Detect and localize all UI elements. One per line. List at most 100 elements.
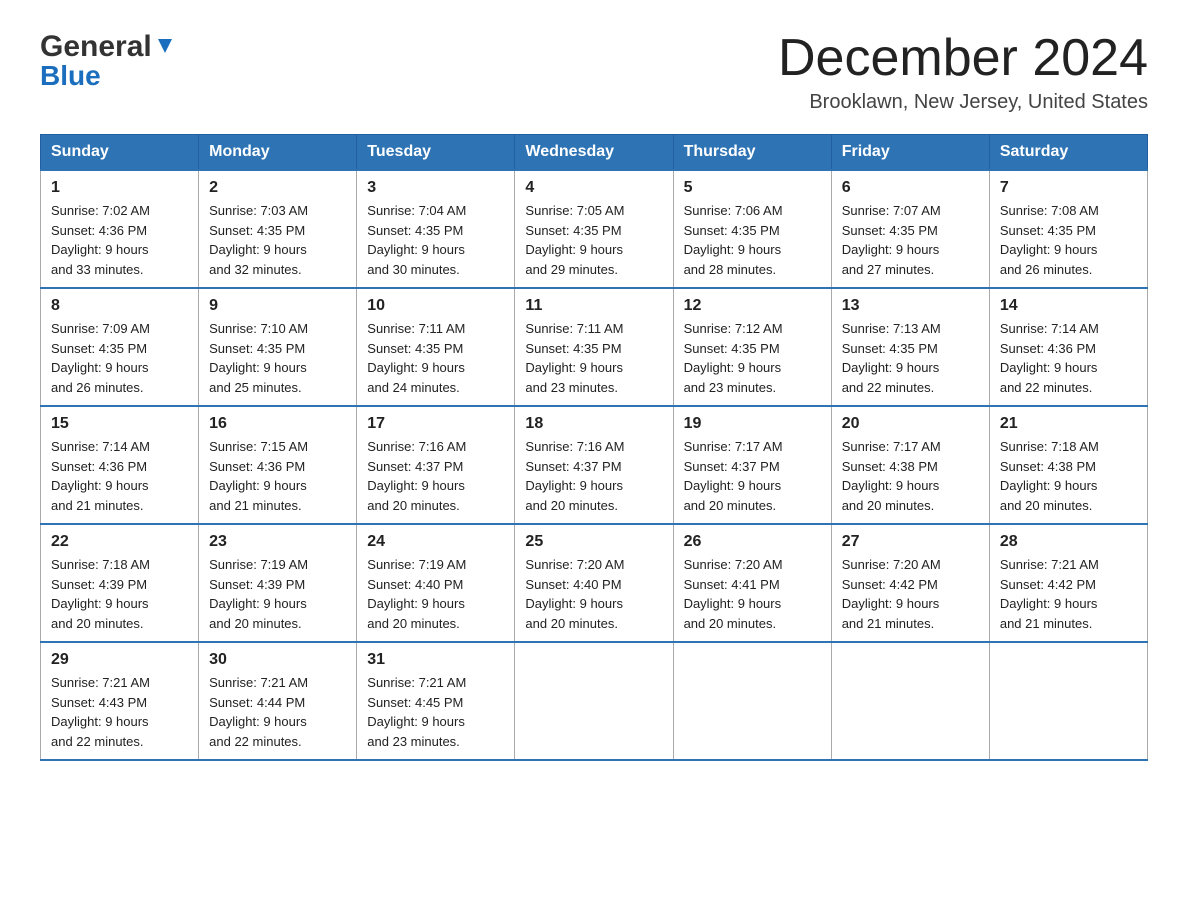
day-number: 14 — [1000, 297, 1137, 315]
header-tuesday: Tuesday — [357, 135, 515, 171]
day-info: Sunrise: 7:10 AMSunset: 4:35 PMDaylight:… — [209, 321, 308, 395]
table-row — [831, 642, 989, 760]
location-text: Brooklawn, New Jersey, United States — [778, 91, 1148, 114]
header-wednesday: Wednesday — [515, 135, 673, 171]
table-row: 4 Sunrise: 7:05 AMSunset: 4:35 PMDayligh… — [515, 170, 673, 288]
day-info: Sunrise: 7:19 AMSunset: 4:40 PMDaylight:… — [367, 557, 466, 631]
table-row: 5 Sunrise: 7:06 AMSunset: 4:35 PMDayligh… — [673, 170, 831, 288]
table-row: 6 Sunrise: 7:07 AMSunset: 4:35 PMDayligh… — [831, 170, 989, 288]
logo-arrow-icon — [154, 35, 176, 57]
title-block: December 2024 Brooklawn, New Jersey, Uni… — [778, 30, 1148, 114]
day-info: Sunrise: 7:03 AMSunset: 4:35 PMDaylight:… — [209, 203, 308, 277]
table-row: 1 Sunrise: 7:02 AMSunset: 4:36 PMDayligh… — [41, 170, 199, 288]
table-row — [673, 642, 831, 760]
day-number: 11 — [525, 297, 662, 315]
day-number: 28 — [1000, 533, 1137, 551]
day-number: 25 — [525, 533, 662, 551]
day-info: Sunrise: 7:11 AMSunset: 4:35 PMDaylight:… — [525, 321, 623, 395]
calendar-week-row: 8 Sunrise: 7:09 AMSunset: 4:35 PMDayligh… — [41, 288, 1148, 406]
day-info: Sunrise: 7:21 AMSunset: 4:45 PMDaylight:… — [367, 675, 466, 749]
table-row: 29 Sunrise: 7:21 AMSunset: 4:43 PMDaylig… — [41, 642, 199, 760]
day-info: Sunrise: 7:08 AMSunset: 4:35 PMDaylight:… — [1000, 203, 1099, 277]
table-row: 30 Sunrise: 7:21 AMSunset: 4:44 PMDaylig… — [199, 642, 357, 760]
table-row: 19 Sunrise: 7:17 AMSunset: 4:37 PMDaylig… — [673, 406, 831, 524]
table-row: 10 Sunrise: 7:11 AMSunset: 4:35 PMDaylig… — [357, 288, 515, 406]
table-row: 13 Sunrise: 7:13 AMSunset: 4:35 PMDaylig… — [831, 288, 989, 406]
table-row: 25 Sunrise: 7:20 AMSunset: 4:40 PMDaylig… — [515, 524, 673, 642]
day-info: Sunrise: 7:18 AMSunset: 4:38 PMDaylight:… — [1000, 439, 1099, 513]
day-info: Sunrise: 7:13 AMSunset: 4:35 PMDaylight:… — [842, 321, 941, 395]
calendar-header-row: Sunday Monday Tuesday Wednesday Thursday… — [41, 135, 1148, 171]
table-row: 18 Sunrise: 7:16 AMSunset: 4:37 PMDaylig… — [515, 406, 673, 524]
table-row: 2 Sunrise: 7:03 AMSunset: 4:35 PMDayligh… — [199, 170, 357, 288]
logo: General Blue — [40, 30, 176, 92]
calendar-week-row: 1 Sunrise: 7:02 AMSunset: 4:36 PMDayligh… — [41, 170, 1148, 288]
day-number: 24 — [367, 533, 504, 551]
day-number: 3 — [367, 179, 504, 197]
calendar-week-row: 22 Sunrise: 7:18 AMSunset: 4:39 PMDaylig… — [41, 524, 1148, 642]
day-info: Sunrise: 7:20 AMSunset: 4:42 PMDaylight:… — [842, 557, 941, 631]
day-number: 16 — [209, 415, 346, 433]
day-info: Sunrise: 7:21 AMSunset: 4:43 PMDaylight:… — [51, 675, 150, 749]
table-row: 22 Sunrise: 7:18 AMSunset: 4:39 PMDaylig… — [41, 524, 199, 642]
day-number: 5 — [684, 179, 821, 197]
day-number: 30 — [209, 651, 346, 669]
table-row: 31 Sunrise: 7:21 AMSunset: 4:45 PMDaylig… — [357, 642, 515, 760]
table-row: 26 Sunrise: 7:20 AMSunset: 4:41 PMDaylig… — [673, 524, 831, 642]
day-info: Sunrise: 7:15 AMSunset: 4:36 PMDaylight:… — [209, 439, 308, 513]
day-number: 17 — [367, 415, 504, 433]
table-row: 17 Sunrise: 7:16 AMSunset: 4:37 PMDaylig… — [357, 406, 515, 524]
day-number: 6 — [842, 179, 979, 197]
table-row: 23 Sunrise: 7:19 AMSunset: 4:39 PMDaylig… — [199, 524, 357, 642]
day-info: Sunrise: 7:21 AMSunset: 4:42 PMDaylight:… — [1000, 557, 1099, 631]
day-info: Sunrise: 7:07 AMSunset: 4:35 PMDaylight:… — [842, 203, 941, 277]
table-row: 14 Sunrise: 7:14 AMSunset: 4:36 PMDaylig… — [989, 288, 1147, 406]
header-sunday: Sunday — [41, 135, 199, 171]
day-info: Sunrise: 7:12 AMSunset: 4:35 PMDaylight:… — [684, 321, 783, 395]
day-number: 8 — [51, 297, 188, 315]
table-row: 9 Sunrise: 7:10 AMSunset: 4:35 PMDayligh… — [199, 288, 357, 406]
table-row: 28 Sunrise: 7:21 AMSunset: 4:42 PMDaylig… — [989, 524, 1147, 642]
table-row: 8 Sunrise: 7:09 AMSunset: 4:35 PMDayligh… — [41, 288, 199, 406]
table-row: 15 Sunrise: 7:14 AMSunset: 4:36 PMDaylig… — [41, 406, 199, 524]
page-header: General Blue December 2024 Brooklawn, Ne… — [40, 30, 1148, 114]
logo-general-text: General — [40, 30, 152, 64]
day-number: 26 — [684, 533, 821, 551]
day-info: Sunrise: 7:11 AMSunset: 4:35 PMDaylight:… — [367, 321, 465, 395]
table-row: 20 Sunrise: 7:17 AMSunset: 4:38 PMDaylig… — [831, 406, 989, 524]
table-row — [515, 642, 673, 760]
table-row: 24 Sunrise: 7:19 AMSunset: 4:40 PMDaylig… — [357, 524, 515, 642]
day-info: Sunrise: 7:16 AMSunset: 4:37 PMDaylight:… — [525, 439, 624, 513]
logo-blue-text: Blue — [40, 60, 101, 92]
day-info: Sunrise: 7:19 AMSunset: 4:39 PMDaylight:… — [209, 557, 308, 631]
header-friday: Friday — [831, 135, 989, 171]
month-title: December 2024 — [778, 30, 1148, 87]
day-info: Sunrise: 7:17 AMSunset: 4:37 PMDaylight:… — [684, 439, 783, 513]
table-row: 7 Sunrise: 7:08 AMSunset: 4:35 PMDayligh… — [989, 170, 1147, 288]
table-row: 3 Sunrise: 7:04 AMSunset: 4:35 PMDayligh… — [357, 170, 515, 288]
day-number: 31 — [367, 651, 504, 669]
day-number: 27 — [842, 533, 979, 551]
day-number: 18 — [525, 415, 662, 433]
day-number: 22 — [51, 533, 188, 551]
day-info: Sunrise: 7:06 AMSunset: 4:35 PMDaylight:… — [684, 203, 783, 277]
day-number: 7 — [1000, 179, 1137, 197]
day-info: Sunrise: 7:09 AMSunset: 4:35 PMDaylight:… — [51, 321, 150, 395]
day-number: 15 — [51, 415, 188, 433]
day-info: Sunrise: 7:14 AMSunset: 4:36 PMDaylight:… — [51, 439, 150, 513]
day-info: Sunrise: 7:14 AMSunset: 4:36 PMDaylight:… — [1000, 321, 1099, 395]
header-monday: Monday — [199, 135, 357, 171]
table-row: 27 Sunrise: 7:20 AMSunset: 4:42 PMDaylig… — [831, 524, 989, 642]
table-row: 11 Sunrise: 7:11 AMSunset: 4:35 PMDaylig… — [515, 288, 673, 406]
calendar-week-row: 29 Sunrise: 7:21 AMSunset: 4:43 PMDaylig… — [41, 642, 1148, 760]
day-number: 13 — [842, 297, 979, 315]
day-info: Sunrise: 7:02 AMSunset: 4:36 PMDaylight:… — [51, 203, 150, 277]
day-info: Sunrise: 7:04 AMSunset: 4:35 PMDaylight:… — [367, 203, 466, 277]
table-row — [989, 642, 1147, 760]
day-number: 1 — [51, 179, 188, 197]
day-info: Sunrise: 7:20 AMSunset: 4:41 PMDaylight:… — [684, 557, 783, 631]
table-row: 21 Sunrise: 7:18 AMSunset: 4:38 PMDaylig… — [989, 406, 1147, 524]
day-info: Sunrise: 7:17 AMSunset: 4:38 PMDaylight:… — [842, 439, 941, 513]
day-number: 9 — [209, 297, 346, 315]
header-saturday: Saturday — [989, 135, 1147, 171]
